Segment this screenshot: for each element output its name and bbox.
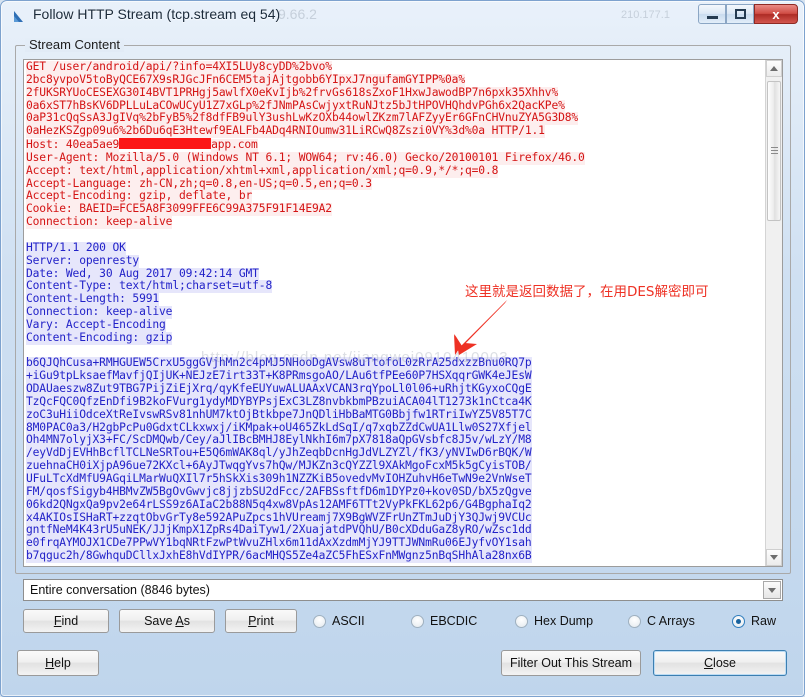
radio-icon (628, 614, 641, 628)
titlebar-watermark-right: 210.177.1 (621, 9, 670, 21)
scroll-up-arrow-icon[interactable] (766, 60, 782, 77)
format-label: ASCII (332, 614, 365, 628)
wireshark-shark-fin-icon (11, 8, 27, 24)
stream-content-pane[interactable]: GET /user/android/api/?info=4XI5LUy8cyDD… (23, 59, 783, 567)
response-body-line: ODAUaeszw8Zut9TBG7PijZiEjXrq/qyKfeEUYuwA… (26, 382, 532, 396)
window-controls: x (698, 4, 798, 24)
maximize-icon (734, 9, 746, 19)
format-radio-raw[interactable]: Raw (732, 612, 776, 630)
request-header-line: Accept: text/html,application/xhtml+xml,… (26, 163, 499, 178)
titlebar-watermark-left: 9.66.2 (278, 6, 317, 22)
find-button[interactable]: Find (23, 609, 109, 633)
close-button-label: Close (704, 656, 736, 670)
chevron-down-icon[interactable] (763, 581, 781, 599)
scrollbar-grip-icon (771, 147, 778, 155)
response-body-line: b7qguc2h/8GwhquDCllxJxhE8hVdIYPR/6acMHQS… (26, 549, 532, 563)
request-header-line: User-Agent: Mozilla/5.0 (Windows NT 6.1;… (26, 150, 585, 165)
save-as-button[interactable]: Save As (119, 609, 215, 633)
request-line: GET /user/android/api/?info=4XI5LUy8cyDD… (26, 60, 332, 74)
host-prefix: Host: 40ea5ae9 (26, 138, 120, 152)
format-label: Raw (751, 614, 777, 628)
minimize-icon (706, 16, 718, 19)
redaction-block (119, 138, 212, 150)
close-button[interactable]: Close (653, 650, 787, 676)
request-line: 0aHezKSZgp09u6%2b6Du6qE3Htewf9EALFb4ADq4… (26, 124, 545, 139)
print-button-label: Print (248, 614, 274, 628)
find-button-label: Find (53, 614, 79, 628)
host-header-line: Host: 40ea5ae9 app.com (26, 138, 765, 152)
response-body-line: TzQcFQC0QfzEnDfi9B2koFVurg1ydyMDYBYPsjEx… (26, 394, 532, 409)
conversation-select-value: Entire conversation (8846 bytes) (30, 583, 210, 597)
stream-text[interactable]: GET /user/android/api/?info=4XI5LUy8cyDD… (24, 60, 765, 566)
response-header-line: Content-Encoding: gzip (26, 330, 173, 345)
response-header-line: Server: openresty (26, 253, 140, 268)
format-radio-ebcdic[interactable]: EBCDIC (411, 612, 477, 630)
response-body-line: UFuLTcXdMfU9AGqiLMarWuQXIl7r5hSkXis309h1… (26, 472, 532, 486)
format-label: EBCDIC (430, 614, 478, 628)
scrollbar-thumb[interactable] (767, 81, 781, 221)
filter-out-stream-button[interactable]: Filter Out This Stream (501, 650, 641, 676)
format-radio-ascii[interactable]: ASCII (313, 612, 365, 630)
request-line: 2fUKSRYUoCESEXG30I4BVT1PRHgj5awlfX0eKvIj… (26, 85, 559, 100)
request-header-line: Connection: keep-alive (26, 215, 173, 229)
close-window-button[interactable]: x (754, 4, 798, 24)
maximize-button[interactable] (726, 4, 754, 24)
radio-icon (515, 614, 528, 628)
response-header-line: Vary: Accept-Encoding (26, 317, 166, 332)
radio-icon-selected (732, 614, 745, 628)
format-radio-c-arrays[interactable]: C Arrays (628, 612, 695, 630)
window-title: Follow HTTP Stream (tcp.stream eq 54) (33, 6, 281, 22)
stream-content-label: Stream Content (25, 38, 125, 52)
help-button-label: Help (45, 656, 71, 670)
response-body-line: FM/qosfSigyb4HBMvZW5BgOvGwvjc8jjzbSU2dFc… (26, 484, 532, 499)
host-suffix: app.com (211, 138, 258, 152)
print-button[interactable]: Print (225, 609, 297, 633)
save-as-button-label: Save As (144, 614, 190, 628)
minimize-button[interactable] (698, 4, 726, 24)
response-body-line: zoC3uHiiOdceXtReIvswRSv81nhUM7ktOjBtkbpe… (26, 407, 532, 422)
conversation-select[interactable]: Entire conversation (8846 bytes) (23, 579, 783, 601)
response-body-line: 06kd2QNgxQa9pv2e64rLSS9z6AIaC2b88N5q4xw8… (26, 497, 532, 512)
controls-row: Find Save As Print ASCII EBCDIC Hex Dump… (23, 609, 783, 635)
dialog-footer: Help Filter Out This Stream Close (1, 640, 804, 696)
title-bar[interactable]: 9.66.2 210.177.1 Follow HTTP Stream (tcp… (1, 1, 804, 31)
scroll-down-arrow-icon[interactable] (766, 549, 782, 566)
request-line: 2bc8yvpoV5toByQCE67X9sRJGcJFn6CEM5tajAjt… (26, 72, 465, 87)
response-header-line: HTTP/1.1 200 OK (26, 240, 126, 255)
help-button[interactable]: Help (17, 650, 99, 676)
annotation-arrow-icon (441, 297, 513, 364)
format-label: Hex Dump (534, 614, 594, 628)
format-label: C Arrays (647, 614, 695, 628)
radio-icon (411, 614, 424, 628)
stream-vertical-scrollbar[interactable] (765, 60, 782, 566)
stream-blank-line (26, 229, 765, 242)
response-header-line: Connection: keep-alive (26, 305, 173, 319)
format-radio-hex-dump[interactable]: Hex Dump (515, 612, 593, 630)
radio-icon (313, 614, 326, 628)
follow-http-stream-window: 9.66.2 210.177.1 Follow HTTP Stream (tcp… (0, 0, 805, 697)
